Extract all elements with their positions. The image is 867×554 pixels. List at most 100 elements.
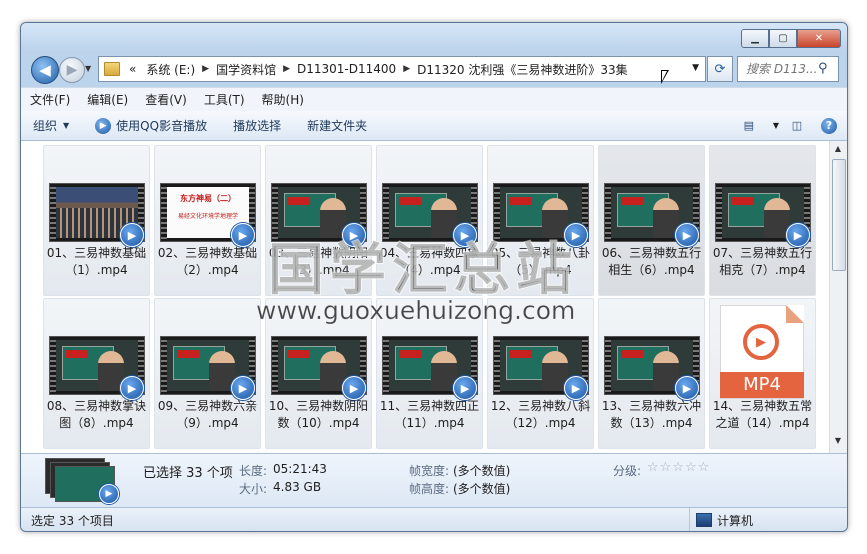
minimize-button[interactable]: ▁ (741, 29, 769, 48)
file-name: 07、三易神数五行相克（7）.mp4 (712, 246, 813, 277)
status-bar: 选定 33 个项目 计算机 (21, 507, 847, 531)
file-view[interactable]: ▶ 01、三易神数基础（1）.mp4 东方神易（二） 易经文化环境学地理学 ▶ 02、三易… (21, 141, 847, 453)
maximize-button[interactable]: ▢ (769, 29, 797, 48)
breadcrumb-overflow[interactable]: « (124, 62, 141, 76)
menu-view[interactable]: 查看(V) (136, 91, 195, 108)
menu-file[interactable]: 文件(F) (21, 91, 78, 108)
file-item[interactable]: ▶ 12、三易神数八斜（12）.mp4 (487, 298, 594, 449)
frame-height-label: 帧高度: (409, 482, 450, 496)
back-button[interactable]: ◀ (31, 56, 59, 84)
file-item[interactable]: ▶ 08、三易神数掌诀图（8）.mp4 (43, 298, 150, 449)
search-input[interactable] (744, 61, 826, 77)
breadcrumb-current-folder[interactable]: D11320 沈利强《三易神数进阶》33集 (412, 61, 633, 78)
scrollbar-thumb[interactable] (832, 159, 846, 271)
address-dropdown-icon[interactable]: ▼ (692, 63, 699, 73)
forward-button[interactable]: ▶ (59, 57, 85, 83)
file-name: 12、三易神数八斜（12）.mp4 (490, 399, 591, 430)
file-item[interactable]: ▶ 11、三易神数四正（11）.mp4 (376, 298, 483, 449)
qq-player-icon: ▶ (453, 223, 477, 247)
play-selection-label: 播放选择 (233, 119, 282, 133)
file-name: 01、三易神数基础（1）.mp4 (46, 246, 147, 277)
file-item[interactable]: ▶ MP4 14、三易神数五常之道（14）.mp4 (709, 298, 816, 449)
file-name: 10、三易神数阴阳数（10）.mp4 (268, 399, 369, 430)
slide-subtitle: 易经文化环境学地理学 (177, 213, 238, 220)
length-label: 长度: (239, 464, 268, 478)
file-item[interactable]: ▶ 10、三易神数阴阳数（10）.mp4 (265, 298, 372, 449)
menu-bar: 文件(F) 编辑(E) 查看(V) 工具(T) 帮助(H) (21, 87, 847, 111)
breadcrumb-separator-icon[interactable]: ▶ (200, 64, 211, 74)
title-bar: ▁ ▢ ✕ (21, 23, 847, 51)
length-value: 05:21:43 (273, 462, 327, 476)
film-reel-icon: ▶ (743, 324, 779, 360)
file-name: 14、三易神数五常之道（14）.mp4 (712, 399, 813, 430)
breadcrumb-library[interactable]: 国学资料馆 (211, 61, 281, 78)
qq-player-icon: ▶ (453, 376, 477, 400)
new-folder-label: 新建文件夹 (307, 119, 368, 133)
breadcrumb-drive[interactable]: 系统 (E:) (141, 61, 200, 78)
vertical-scrollbar[interactable]: ▲ ▼ (829, 141, 847, 453)
qq-player-icon: ▶ (786, 223, 810, 247)
rating-label: 分级: (613, 464, 642, 478)
file-name: 02、三易神数基础（2）.mp4 (157, 246, 258, 277)
mouse-cursor-icon (661, 70, 669, 84)
play-with-qq-button[interactable]: ▶ 使用QQ影音播放 (83, 117, 221, 134)
close-button[interactable]: ✕ (797, 29, 841, 48)
play-selection-button[interactable]: 播放选择 (221, 117, 295, 134)
chevron-down-icon: ▼ (63, 121, 70, 130)
breadcrumb-range[interactable]: D11301-D11400 (292, 62, 401, 76)
qq-player-icon: ▶ (120, 223, 144, 247)
file-item[interactable]: ▶ 05、三易神数八卦（5）.mp4 (487, 145, 594, 296)
menu-tools[interactable]: 工具(T) (195, 91, 253, 108)
menu-edit[interactable]: 编辑(E) (78, 91, 136, 108)
file-name: 08、三易神数掌诀图（8）.mp4 (46, 399, 147, 430)
organize-button[interactable]: 组织 ▼ (21, 117, 83, 134)
selection-thumbnail: ▶ (45, 458, 121, 504)
mp4-badge: MP4 (720, 372, 804, 398)
scroll-down-icon[interactable]: ▼ (832, 436, 844, 450)
file-name: 11、三易神数四正（11）.mp4 (379, 399, 480, 430)
menu-help[interactable]: 帮助(H) (253, 91, 312, 108)
file-name: 13、三易神数六冲数（13）.mp4 (601, 399, 702, 430)
breadcrumb-separator-icon[interactable]: ▶ (401, 64, 412, 74)
qq-player-icon: ▶ (675, 376, 699, 400)
file-item[interactable]: 东方神易（二） 易经文化环境学地理学 ▶ 02、三易神数基础（2）.mp4 (154, 145, 261, 296)
file-item[interactable]: ▶ 07、三易神数五行相克（7）.mp4 (709, 145, 816, 296)
file-name: 05、三易神数八卦（5）.mp4 (490, 246, 591, 277)
view-options-icon[interactable]: ▤ (741, 119, 757, 133)
file-item[interactable]: ▶ 03、三易神数阴阳（3）.mp4 (265, 145, 372, 296)
qq-player-icon: ▶ (564, 376, 588, 400)
frame-width-value: (多个数值) (453, 464, 511, 478)
preview-pane-icon[interactable]: ◫ (789, 119, 805, 133)
file-name: 09、三易神数六亲（9）.mp4 (157, 399, 258, 430)
organize-label: 组织 (33, 119, 58, 133)
frame-height-value: (多个数值) (453, 482, 511, 496)
rating-stars[interactable]: ☆☆☆☆☆ (647, 460, 710, 475)
search-icon[interactable]: ⚲ (818, 61, 834, 77)
file-item[interactable]: ▶ 09、三易神数六亲（9）.mp4 (154, 298, 261, 449)
view-dropdown-icon[interactable]: ▼ (773, 121, 779, 130)
search-box[interactable]: ⚲ (737, 56, 839, 82)
refresh-button[interactable]: ⟳ (707, 56, 733, 82)
qq-player-icon: ▶ (342, 223, 366, 247)
help-icon[interactable]: ? (821, 117, 837, 134)
file-name: 04、三易神数四象（4）.mp4 (379, 246, 480, 277)
qq-player-icon: ▶ (95, 117, 112, 134)
file-item[interactable]: ▶ 01、三易神数基础（1）.mp4 (43, 145, 150, 296)
status-location: 计算机 (689, 508, 753, 531)
qq-player-icon: ▶ (231, 223, 255, 247)
size-value: 4.83 GB (273, 480, 322, 494)
qq-player-icon: ▶ (120, 376, 144, 400)
file-name: 03、三易神数阴阳（3）.mp4 (268, 246, 369, 277)
file-item[interactable]: ▶ 06、三易神数五行相生（6）.mp4 (598, 145, 705, 296)
address-bar[interactable]: « 系统 (E:) ▶ 国学资料馆 ▶ D11301-D11400 ▶ D113… (98, 56, 706, 82)
selection-count: 已选择 33 个项 (143, 466, 233, 481)
new-folder-button[interactable]: 新建文件夹 (295, 117, 381, 134)
scroll-up-icon[interactable]: ▲ (832, 144, 844, 158)
file-item[interactable]: ▶ 04、三易神数四象（4）.mp4 (376, 145, 483, 296)
breadcrumb-separator-icon[interactable]: ▶ (281, 64, 292, 74)
qq-player-icon: ▶ (231, 376, 255, 400)
file-item[interactable]: ▶ 13、三易神数六冲数（13）.mp4 (598, 298, 705, 449)
recent-pages-dropdown-icon[interactable]: ▼ (85, 64, 91, 73)
folder-icon (104, 62, 120, 76)
command-bar-right: ▤ ▼ ◫ ? (731, 111, 847, 140)
